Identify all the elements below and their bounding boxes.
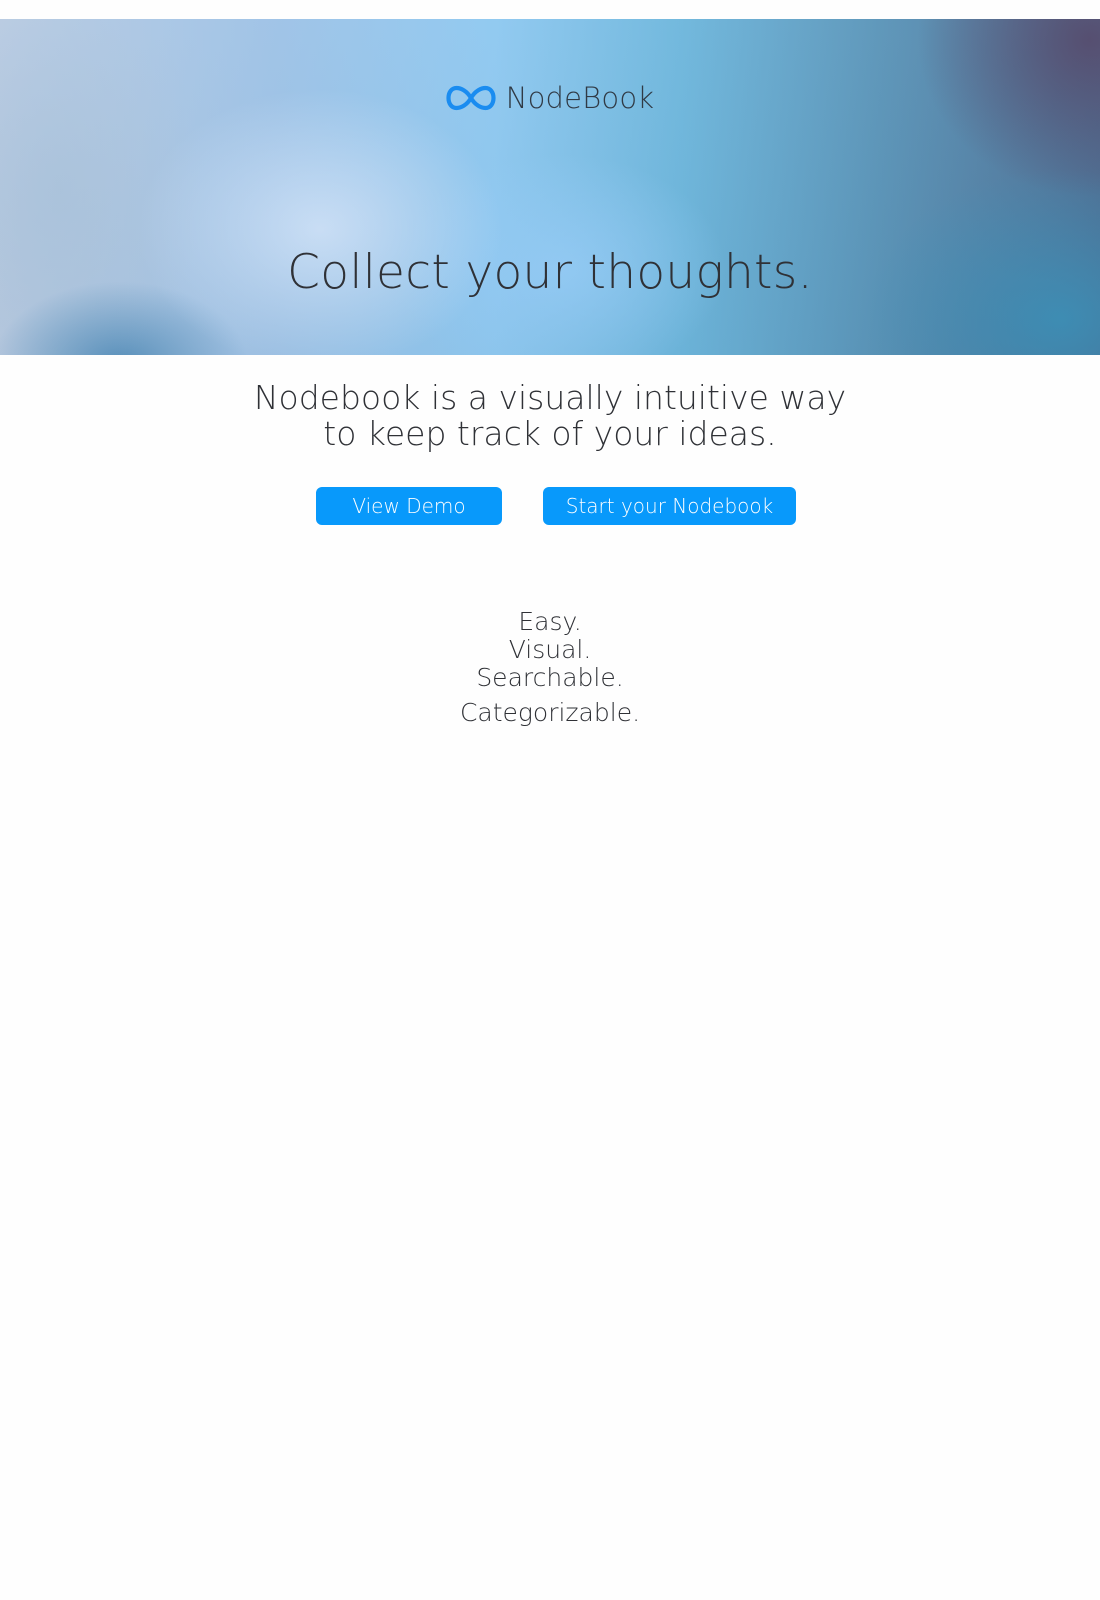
brand-logo-link[interactable]: NodeBook bbox=[446, 81, 655, 115]
brand-name: NodeBook bbox=[505, 81, 655, 115]
feature-item: Visual. bbox=[508, 635, 592, 664]
intro-text: Nodebook is a visually intuitive way to … bbox=[0, 380, 1100, 452]
start-nodebook-button[interactable]: Start your Nodebook bbox=[543, 487, 796, 525]
view-demo-button[interactable]: View Demo bbox=[316, 487, 502, 525]
feature-list: Easy. Visual. Searchable. Categorizable. bbox=[0, 608, 1100, 727]
hero-banner: NodeBook Collect your thoughts. bbox=[0, 19, 1100, 355]
intro-line-1: Nodebook is a visually intuitive way bbox=[253, 378, 847, 417]
intro-line-2: to keep track of your ideas. bbox=[323, 414, 777, 453]
hero-title: Collect your thoughts. bbox=[287, 245, 813, 300]
feature-item: Easy. bbox=[518, 607, 582, 636]
feature-item: Searchable. bbox=[476, 663, 624, 692]
feature-item: Categorizable. bbox=[459, 698, 641, 727]
landing-page: NodeBook Collect your thoughts. Nodebook… bbox=[0, 0, 1100, 1600]
brand-logo: NodeBook bbox=[0, 81, 1100, 115]
infinity-icon bbox=[446, 85, 496, 111]
